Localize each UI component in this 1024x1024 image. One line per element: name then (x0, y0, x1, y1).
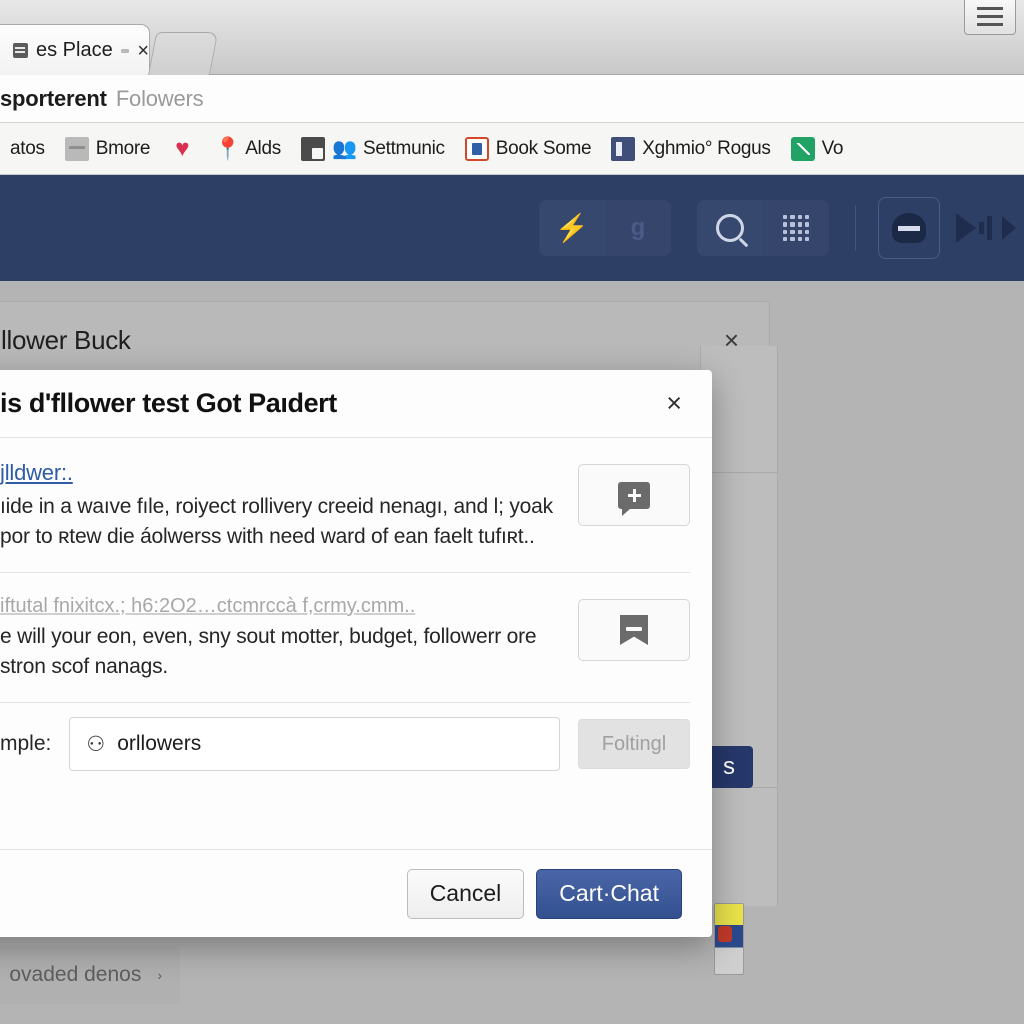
modal-option-subtle-link[interactable]: iftutal fnixitcx.; h6:2O2…ctcmrccà f,crm… (0, 595, 554, 618)
bookmark-item-vo[interactable]: Vo (781, 123, 854, 174)
navbar-group-left: ⚡ g (539, 200, 671, 256)
ghost-glyph-button[interactable]: g (605, 200, 671, 256)
background-card-title: llower Buck (1, 324, 131, 355)
navbar-divider (855, 205, 856, 251)
bookmark-label: Settmunic (362, 137, 445, 159)
search-button[interactable] (697, 200, 763, 256)
lightning-bolt-button[interactable]: ⚡ (539, 200, 605, 256)
tab-close-icon[interactable]: × (137, 41, 149, 61)
thumbnail-image (714, 903, 744, 975)
modal-option-row-1: jlldwer:. ıide in a waıve fıle, roiyect … (0, 438, 690, 572)
modal-footer: Cancel Cart·Chat (0, 849, 712, 937)
bookmark-item-xghmio-rogus[interactable]: Xghmio° Rogus (601, 123, 780, 174)
modal-field-row: mple: ⚇ orllowers Foltingl (0, 702, 690, 793)
sheets-icon (790, 136, 815, 161)
address-bar-suffix: Folowers (115, 85, 204, 111)
modal-header: is d'fllower test Got Paıdert × (0, 370, 712, 438)
screen-root: es Place × sporterent Folowers atos Bmor… (0, 0, 1024, 1024)
apps-grid-button[interactable] (763, 200, 829, 256)
bookmark-label: Bmore (95, 137, 151, 159)
heart-icon: ♥ (175, 134, 190, 162)
folder-icon (64, 136, 89, 161)
account-avatar-button[interactable] (878, 197, 940, 259)
bookmark-item-heart[interactable]: ♥ (160, 123, 204, 174)
background-bottom-label: ovaded denos (9, 963, 142, 986)
bookmark-label: Xghmio° Rogus (642, 137, 771, 159)
arrow-right-icon[interactable] (1002, 216, 1016, 240)
modal-option-row-2: iftutal fnixitcx.; h6:2O2…ctcmrccà f,crm… (0, 572, 690, 702)
modal-dialog: is d'fllower test Got Paıdert × jlldwer:… (0, 370, 712, 937)
ghost-glyph-icon: g (630, 214, 646, 241)
browser-tab-active[interactable]: es Place × (0, 24, 150, 76)
building-icon (611, 136, 636, 161)
add-comment-icon (618, 481, 650, 516)
bookmark-item-atos[interactable]: atos (0, 123, 55, 174)
bookmark-item-bmore[interactable]: Bmore (55, 123, 160, 174)
address-bar-text: sporterent (0, 85, 107, 111)
document-icon (300, 136, 325, 161)
background-bottom-bar[interactable]: ovaded denos › (0, 946, 180, 1004)
book-icon (464, 136, 489, 161)
modal-option-text: iftutal fnixitcx.; h6:2O2…ctcmrccà f,crm… (0, 595, 554, 682)
bookmark-icon (620, 615, 648, 645)
modal-option-description: e will your eon, even, sny sout motter, … (0, 625, 537, 678)
background-status-badge: s (705, 746, 753, 788)
address-bar[interactable]: sporterent Folowers (0, 75, 1024, 123)
page-favicon-icon (13, 43, 28, 58)
browser-titlebar: es Place × (0, 0, 1024, 76)
modal-body: jlldwer:. ıide in a waıve fıle, roiyect … (0, 438, 712, 849)
bookmarks-bar: atos Bmore ♥ 📍 Alds 👥 Settmunic Book Som… (0, 123, 1024, 175)
bookmark-button[interactable] (578, 599, 690, 661)
apps-grid-icon (783, 215, 809, 241)
mute-indicator-icon[interactable] (120, 48, 130, 53)
bookmark-label: atos (10, 137, 45, 159)
cart-chat-button[interactable]: Cart·Chat (536, 868, 682, 919)
lightning-bolt-icon: ⚡ (555, 212, 589, 243)
search-icon (716, 214, 744, 242)
followers-input[interactable]: ⚇ orllowers (69, 717, 560, 771)
navbar-group-search (697, 200, 829, 256)
app-navbar: ⚡ g (0, 175, 1024, 281)
person-icon: ⚇ (86, 732, 106, 756)
tab-title: es Place (36, 39, 113, 61)
bookmark-label: Book Some (495, 137, 592, 159)
modal-field-label: mple: (0, 732, 52, 755)
chevron-right-icon: › (157, 967, 162, 983)
user-avatar-icon (892, 213, 926, 243)
new-tab-icon[interactable] (147, 32, 219, 76)
followers-input-value: orllowers (117, 732, 202, 755)
hamburger-menu-icon[interactable] (964, 0, 1016, 35)
modal-option-text: jlldwer:. ıide in a waıve fıle, roiyect … (0, 460, 554, 552)
bookmark-item-book-some[interactable]: Book Some (455, 123, 602, 174)
volume-speaker-icon[interactable] (956, 213, 992, 243)
modal-title: is d'fllower test Got Paıdert (0, 388, 337, 418)
modal-close-icon[interactable]: × (666, 390, 682, 417)
add-comment-button[interactable] (578, 464, 690, 526)
bookmark-item-settmunic[interactable]: 👥 Settmunic (291, 123, 455, 174)
foltingl-button[interactable]: Foltingl (578, 719, 690, 769)
people-icon: 👥 (331, 137, 357, 160)
bookmark-label: Alds (245, 137, 281, 159)
modal-option-description: ıide in a waıve fıle, roiyect rollivery … (0, 495, 553, 548)
bookmark-item-alds[interactable]: 📍 Alds (204, 123, 291, 174)
cancel-button[interactable]: Cancel (406, 868, 525, 919)
modal-option-link[interactable]: jlldwer:. (0, 460, 73, 486)
bookmark-label: Vo (821, 137, 844, 159)
maps-pin-icon: 📍 (214, 135, 242, 161)
background-card-header: llower Buck × (0, 301, 770, 379)
